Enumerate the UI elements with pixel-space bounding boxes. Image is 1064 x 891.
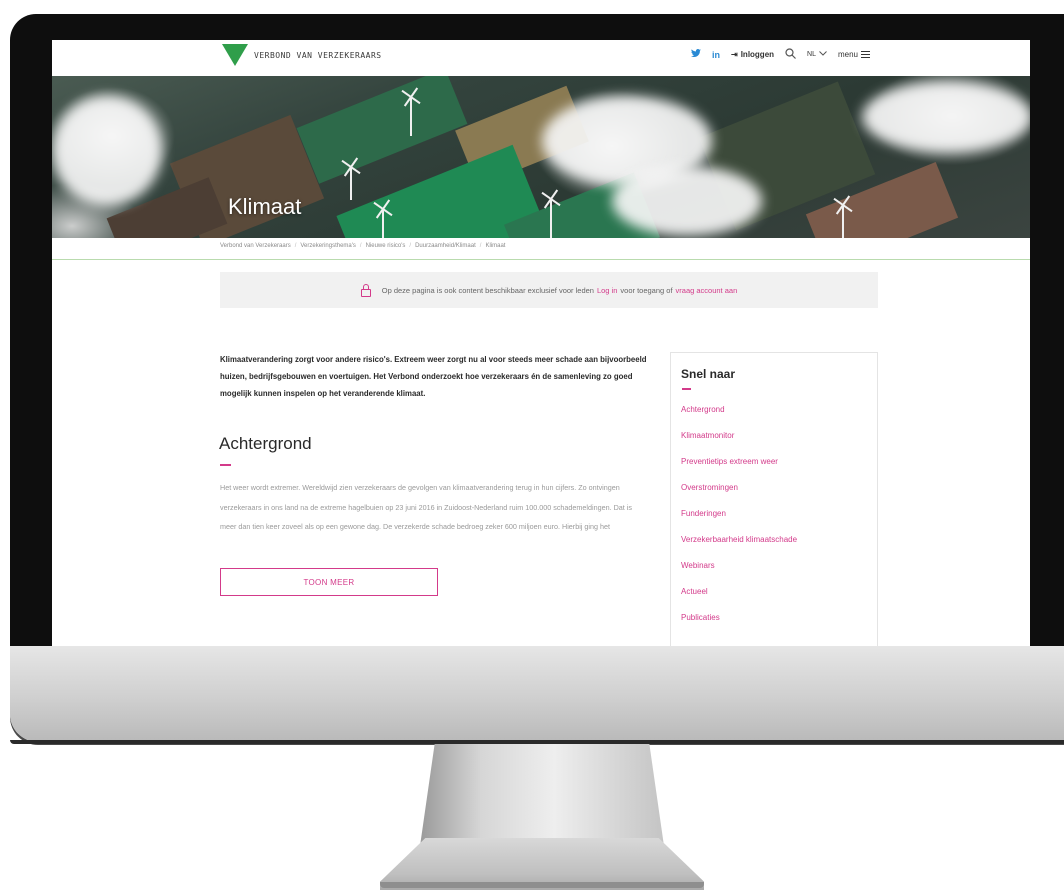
request-account-link[interactable]: vraag account aan [676,286,738,295]
quick-links-title: Snel naar [681,367,736,381]
hero-banner: Klimaat [52,76,1030,238]
hero-field [296,76,468,184]
quick-link-actueel[interactable]: Actueel [681,587,708,596]
quick-link-achtergrond[interactable]: Achtergrond [681,405,725,414]
hamburger-icon [861,49,870,60]
monitor-chin [10,646,1064,742]
breadcrumb-separator: / [409,243,412,249]
members-notice: Op deze pagina is ook content beschikbaa… [220,272,878,308]
search-icon[interactable] [785,48,796,61]
quick-link-verzekerbaarheid[interactable]: Verzekerbaarheid klimaatschade [681,535,797,544]
hero-cloud [862,82,1030,152]
chevron-down-icon [819,51,827,58]
page-title: Klimaat [228,194,302,219]
login-link[interactable]: ⇥ Inloggen [731,50,774,59]
language-label: NL [807,51,816,58]
quick-link-funderingen[interactable]: Funderingen [681,509,726,518]
monitor-edge [10,740,1064,744]
breadcrumb-item[interactable]: Duurzaamheid/Klimaat [415,243,476,249]
breadcrumb-item[interactable]: Verzekeringsthema's [300,243,356,249]
menu-label: menu [837,50,858,59]
breadcrumb-separator: / [359,243,362,249]
breadcrumb-separator: / [479,243,482,249]
breadcrumb-item-current: Klimaat [485,243,506,249]
header-actions: in ⇥ Inloggen NL menu [691,48,870,61]
breadcrumb: Verbond van Verzekeraars / Verzekeringst… [220,243,505,249]
wind-turbine-icon [550,198,552,238]
language-select[interactable]: NL [807,51,827,58]
hero-cloud [612,166,762,236]
hero-cloud [52,96,162,206]
breadcrumb-item[interactable]: Nieuwe risico's [366,243,406,249]
wind-turbine-icon [842,204,844,238]
quick-links-panel: Snel naar Achtergrond Klimaatmonitor Pre… [670,352,878,646]
quick-link-preventietips[interactable]: Preventietips extreem weer [681,457,778,466]
breadcrumb-separator: / [294,243,297,249]
login-link-inline[interactable]: Log in [597,286,617,295]
divider [52,259,1030,260]
login-icon: ⇥ [731,50,738,59]
site-header: VERBOND VAN VERZEKERAARS in ⇥ Inloggen N… [52,40,1030,76]
heading-underline [220,464,231,466]
notice-text: Op deze pagina is ook content beschikbaa… [381,285,594,295]
quick-link-klimaatmonitor[interactable]: Klimaatmonitor [681,431,734,440]
logo-text: VERBOND VAN VERZEKERAARS [254,50,382,60]
menu-button[interactable]: menu [838,49,870,60]
monitor-stand-lip [380,882,704,888]
wind-turbine-icon [410,96,412,136]
intro-paragraph: Klimaatverandering zorgt voor andere ris… [220,355,647,398]
monitor-stand-neck [420,744,664,846]
quick-link-overstromingen[interactable]: Overstromingen [681,483,738,492]
show-more-button[interactable]: TOON MEER [220,568,438,596]
monitor-screen: VERBOND VAN VERZEKERAARS in ⇥ Inloggen N… [52,40,1030,646]
quick-link-publicaties[interactable]: Publicaties [681,613,720,622]
login-label: Inloggen [740,50,775,59]
quick-link-webinars[interactable]: Webinars [681,561,715,570]
wind-turbine-icon [350,166,352,200]
notice-text-middle: voor toegang of [620,285,673,295]
section-body: Het weer wordt extremer. Wereldwijd zien… [220,483,632,531]
quick-links-underline [682,388,691,390]
section-heading: Achtergrond [219,434,312,453]
breadcrumb-item[interactable]: Verbond van Verzekeraars [220,243,291,249]
wind-turbine-icon [382,208,384,238]
logo-triangle-icon [222,44,248,66]
twitter-icon[interactable] [691,49,701,60]
lock-icon [360,284,371,297]
site-logo[interactable]: VERBOND VAN VERZEKERAARS [222,44,382,66]
linkedin-icon[interactable]: in [712,50,720,60]
